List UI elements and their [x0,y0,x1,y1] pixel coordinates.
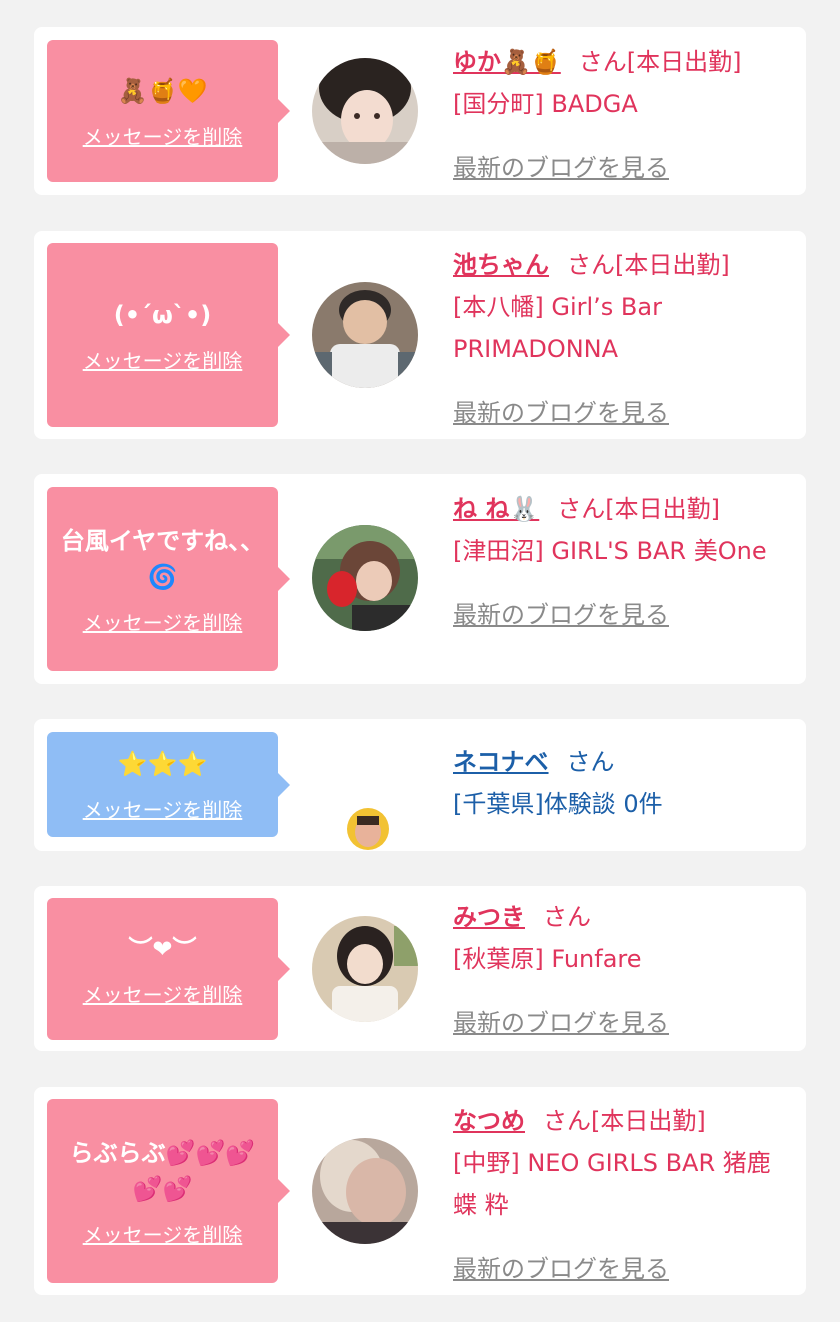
honorific: さん [543,903,591,931]
shop-info: [秋葉原] Funfare [453,945,642,973]
message-text: 台風イヤですね、、🌀 [60,526,265,591]
status-badge: [本日出勤] [591,1107,706,1135]
message-text: ︶❤︶ [128,934,197,963]
cast-info: ネコナベ さん [千葉県]体験談 0件 [453,741,793,825]
cast-info: みつき さん [秋葉原] Funfare 最新のブログを見る [453,896,793,1044]
latest-blog-link[interactable]: 最新のブログを見る [453,147,669,189]
avatar[interactable] [312,282,418,388]
cast-info: ね ね🐰 さん[本日出勤] [津田沼] GIRL'S BAR 美One 最新のブロ… [453,488,793,636]
message-bubble: 🧸🍯🧡 メッセージを削除 [47,40,290,182]
delete-message-link[interactable]: メッセージを削除 [83,345,243,374]
message-bubble: ⭐⭐⭐ メッセージを削除 [47,732,290,837]
list-item: (•´ω`•) メッセージを削除 池ちゃん さん[本日出勤] [本八幡] Girl… [34,231,806,439]
status-badge: [本日出勤] [615,251,730,279]
list-item: 🧸🍯🧡 メッセージを削除 ゆか🧸🍯 さん[本日出勤] [国分町] BADGA 最新… [34,27,806,195]
latest-blog-link[interactable]: 最新のブログを見る [453,1002,669,1044]
delete-message-link[interactable]: メッセージを削除 [83,607,243,636]
latest-blog-link[interactable]: 最新のブログを見る [453,392,669,434]
cast-name-link[interactable]: ね ね🐰 [453,495,539,523]
honorific: さん [557,495,606,523]
latest-blog-link[interactable]: 最新のブログを見る [453,1248,669,1290]
cast-name-link[interactable]: 池ちゃん [453,251,549,279]
shop-info: [本八幡] Girl’s Bar PRIMADONNA [453,293,662,363]
delete-message-link[interactable]: メッセージを削除 [83,121,243,150]
cast-name-link[interactable]: ゆか🧸🍯 [453,48,561,76]
shop-info: [中野] NEO GIRLS BAR 猪鹿蝶 粋 [453,1149,771,1219]
avatar[interactable] [312,916,418,1022]
shop-info: [国分町] BADGA [453,90,638,118]
message-text: らぶらぶ💕💕💕💕💕 [69,1138,256,1203]
list-item: ︶❤︶ メッセージを削除 みつき さん [秋葉原] Funfare 最新のブログを… [34,886,806,1051]
cast-name-link[interactable]: なつめ [453,1107,525,1135]
latest-blog-link[interactable]: 最新のブログを見る [453,594,669,636]
message-list: 🧸🍯🧡 メッセージを削除 ゆか🧸🍯 さん[本日出勤] [国分町] BADGA 最新… [0,0,840,1322]
honorific: さん [543,1107,591,1135]
shop-info: [津田沼] GIRL'S BAR 美One [453,537,767,565]
cast-info: ゆか🧸🍯 さん[本日出勤] [国分町] BADGA 最新のブログを見る [453,41,793,189]
message-bubble: (•´ω`•) メッセージを削除 [47,243,290,427]
status-badge: [本日出勤] [626,48,742,76]
honorific: さん [566,748,615,776]
list-item: ⭐⭐⭐ メッセージを削除 ネコナベ さん [千葉県]体験談 0件 [34,719,806,851]
message-bubble: ︶❤︶ メッセージを削除 [47,898,290,1040]
cast-info: なつめ さん[本日出勤] [中野] NEO GIRLS BAR 猪鹿蝶 粋 最新の… [453,1100,793,1290]
message-bubble: らぶらぶ💕💕💕💕💕 メッセージを削除 [47,1099,290,1283]
message-text: ⭐⭐⭐ [117,750,208,778]
review-info: [千葉県]体験談 0件 [453,790,663,818]
avatar[interactable] [312,1138,418,1244]
avatar[interactable] [312,525,418,631]
message-text: 🧸🍯🧡 [117,76,208,105]
cast-name-link[interactable]: みつき [453,903,525,931]
avatar[interactable] [312,58,418,164]
delete-message-link[interactable]: メッセージを削除 [83,1219,243,1248]
delete-message-link[interactable]: メッセージを削除 [83,794,243,823]
status-badge: [本日出勤] [605,495,720,523]
cast-info: 池ちゃん さん[本日出勤] [本八幡] Girl’s Bar PRIMADONNA… [453,244,793,434]
honorific: さん [567,251,615,279]
message-bubble: 台風イヤですね、、🌀 メッセージを削除 [47,487,290,671]
delete-message-link[interactable]: メッセージを削除 [83,979,243,1008]
honorific: さん [578,48,627,76]
user-name-link[interactable]: ネコナベ [453,748,549,776]
message-text: (•´ω`•) [113,300,212,329]
list-item: らぶらぶ💕💕💕💕💕 メッセージを削除 なつめ さん[本日出勤] [中野] NEO … [34,1087,806,1295]
list-item: 台風イヤですね、、🌀 メッセージを削除 ね ね🐰 さん[本日出勤] [津田沼] G… [34,474,806,684]
avatar[interactable] [347,808,389,850]
